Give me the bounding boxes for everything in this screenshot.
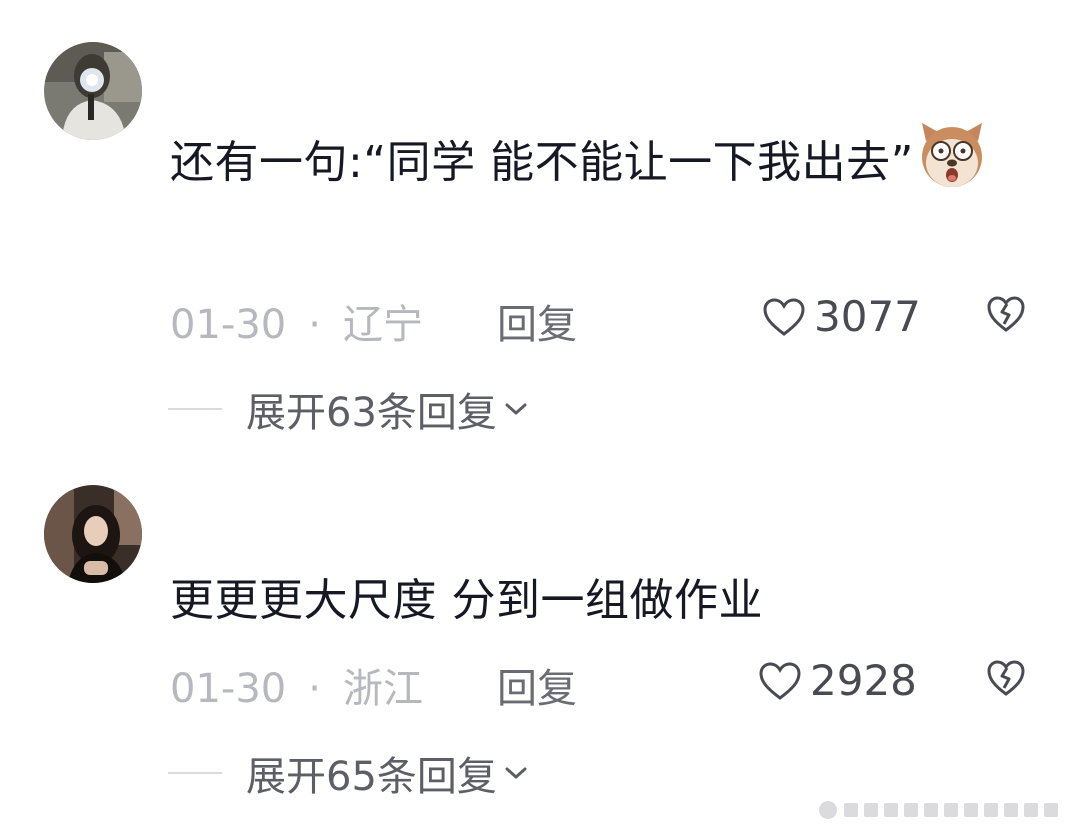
comment-text: 还有一句:“同学 能不能让一下我出去” xyxy=(170,119,1020,201)
expand-divider xyxy=(168,408,222,410)
like-count: 2928 xyxy=(810,656,917,705)
like-button[interactable]: 3077 xyxy=(762,292,921,341)
like-button[interactable]: 2928 xyxy=(758,656,917,705)
comment-location: 辽宁 xyxy=(342,302,423,348)
comment-date: 01-30 xyxy=(170,666,287,712)
chevron-down-icon xyxy=(505,403,527,415)
meta-separator: · xyxy=(308,302,321,348)
comment-text: 更更更大尺度 分到一组做作业 xyxy=(170,562,1020,639)
watermark-logo xyxy=(816,797,1066,823)
avatar[interactable] xyxy=(44,42,142,140)
dislike-button[interactable] xyxy=(986,295,1026,337)
comment-item: 更更更大尺度 分到一组做作业 01-30 · 浙江 回复 2928 展开65条回复 xyxy=(0,480,1080,831)
surprised-dog-emoji-icon xyxy=(916,119,988,191)
heart-icon xyxy=(759,661,801,700)
comment-text-content: 更更更大尺度 分到一组做作业 xyxy=(170,575,763,626)
like-count: 3077 xyxy=(814,292,921,341)
comment-location: 浙江 xyxy=(342,666,423,712)
avatar[interactable] xyxy=(44,485,142,583)
expand-replies-label: 展开65条回复 xyxy=(246,754,497,800)
expand-replies-label: 展开63条回复 xyxy=(246,390,497,436)
comment-item: 还有一句:“同学 能不能让一下我出去” 01-30 · 辽宁 回复 3077 展… xyxy=(0,0,1080,450)
comment-meta: 01-30 · 辽宁 xyxy=(170,292,423,350)
chevron-down-icon xyxy=(505,767,527,779)
broken-heart-icon xyxy=(987,660,1025,696)
broken-heart-icon xyxy=(987,296,1025,332)
dislike-button[interactable] xyxy=(986,659,1026,701)
expand-divider xyxy=(168,772,222,774)
heart-icon xyxy=(763,297,805,336)
comment-text-content: 还有一句:“同学 能不能让一下我出去” xyxy=(170,137,914,188)
expand-replies-button[interactable]: 展开65条回复 xyxy=(168,744,529,802)
reply-button[interactable]: 回复 xyxy=(497,656,577,714)
expand-replies-button[interactable]: 展开63条回复 xyxy=(168,380,529,438)
meta-separator: · xyxy=(308,666,321,712)
comment-date: 01-30 xyxy=(170,302,287,348)
comment-meta: 01-30 · 浙江 xyxy=(170,656,423,714)
reply-button[interactable]: 回复 xyxy=(497,292,577,350)
